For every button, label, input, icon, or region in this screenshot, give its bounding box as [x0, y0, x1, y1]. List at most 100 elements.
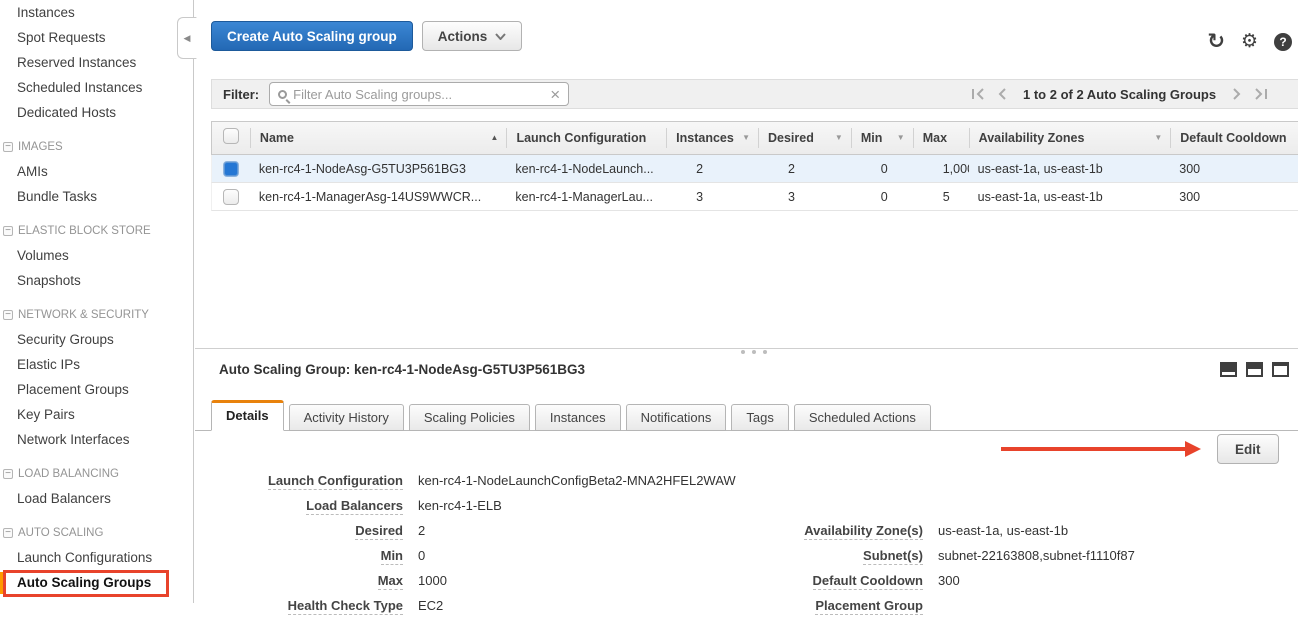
- field-value: us-east-1a, us-east-1b: [938, 523, 1068, 538]
- tab-tags[interactable]: Tags: [731, 404, 788, 431]
- help-icon[interactable]: ?: [1274, 33, 1292, 51]
- column-label: Desired: [768, 131, 814, 145]
- panel-splitter[interactable]: [195, 348, 1298, 349]
- pagination-last-icon[interactable]: [1254, 87, 1269, 101]
- sidebar-section-images[interactable]: − IMAGES: [0, 135, 193, 159]
- sidebar-item-snapshots[interactable]: Snapshots: [0, 268, 193, 293]
- cell-launch-configuration: ken-rc4-1-NodeLaunch...: [506, 162, 666, 176]
- sort-asc-icon: ▲: [491, 128, 499, 148]
- sidebar-item-dedicated-hosts[interactable]: Dedicated Hosts: [0, 100, 193, 125]
- row-checkbox[interactable]: [223, 161, 239, 177]
- column-header-default-cooldown[interactable]: Default Cooldown: [1170, 128, 1298, 148]
- pagination-first-icon[interactable]: [970, 87, 985, 101]
- gear-icon[interactable]: ⚙: [1241, 32, 1258, 52]
- collapse-section-icon[interactable]: −: [3, 528, 13, 538]
- filter-input[interactable]: [293, 87, 550, 102]
- sidebar-section-load-balancing[interactable]: − LOAD BALANCING: [0, 462, 193, 486]
- field-label: Load Balancers: [306, 498, 403, 515]
- pane-size-large-icon[interactable]: [1272, 362, 1289, 377]
- sidebar-section-ebs[interactable]: − ELASTIC BLOCK STORE: [0, 219, 193, 243]
- pagination-prev-icon[interactable]: [996, 87, 1008, 101]
- field-label: Launch Configuration: [268, 473, 403, 490]
- sidebar-item-volumes[interactable]: Volumes: [0, 243, 193, 268]
- column-header-desired[interactable]: Desired ▼: [758, 128, 851, 148]
- ec2-sidebar: Instances Spot Requests Reserved Instanc…: [0, 0, 194, 603]
- sidebar-item-key-pairs[interactable]: Key Pairs: [0, 402, 193, 427]
- details-fields-right: Availability Zone(s) us-east-1a, us-east…: [745, 518, 1285, 618]
- sidebar-item-bundle-tasks[interactable]: Bundle Tasks: [0, 184, 193, 209]
- pane-size-small-icon[interactable]: [1220, 362, 1237, 377]
- filter-search-box[interactable]: ×: [269, 82, 569, 106]
- field-value: 1000: [418, 573, 447, 588]
- table-header-row: Name ▲ Launch Configuration ▼ Instances …: [211, 121, 1298, 155]
- sidebar-item-elastic-ips[interactable]: Elastic IPs: [0, 352, 193, 377]
- pane-layout-icons: [1220, 362, 1289, 377]
- create-auto-scaling-group-button[interactable]: Create Auto Scaling group: [211, 21, 413, 51]
- sort-icon: ▼: [1154, 128, 1162, 148]
- collapse-left-icon: ◀: [184, 33, 191, 44]
- field-load-balancers: Load Balancers ken-rc4-1-ELB: [211, 493, 751, 518]
- actions-button[interactable]: Actions: [422, 21, 523, 51]
- table-row[interactable]: ken-rc4-1-NodeAsg-G5TU3P561BG3 ken-rc4-1…: [211, 155, 1298, 183]
- cell-min: 0: [851, 190, 913, 204]
- pane-size-medium-icon[interactable]: [1246, 362, 1263, 377]
- column-label: Name: [260, 131, 294, 145]
- collapse-section-icon[interactable]: −: [3, 469, 13, 479]
- sidebar-item-amis[interactable]: AMIs: [0, 159, 193, 184]
- sidebar-section-auto-scaling[interactable]: − AUTO SCALING: [0, 521, 193, 545]
- splitter-drag-handle-icon[interactable]: [741, 350, 767, 354]
- edit-button[interactable]: Edit: [1217, 434, 1279, 464]
- tab-notifications[interactable]: Notifications: [626, 404, 727, 431]
- clear-filter-icon[interactable]: ×: [550, 86, 560, 103]
- sidebar-section-network-security[interactable]: − NETWORK & SECURITY: [0, 303, 193, 327]
- column-header-min[interactable]: Min ▼: [851, 128, 913, 148]
- tab-details[interactable]: Details: [211, 400, 284, 431]
- refresh-icon[interactable]: ↻: [1207, 32, 1225, 52]
- sidebar-item-instances[interactable]: Instances: [0, 0, 193, 25]
- tab-scaling-policies[interactable]: Scaling Policies: [409, 404, 530, 431]
- cell-launch-configuration: ken-rc4-1-ManagerLau...: [506, 190, 666, 204]
- pagination-next-icon[interactable]: [1231, 87, 1243, 101]
- sidebar-item-spot-requests[interactable]: Spot Requests: [0, 25, 193, 50]
- collapse-section-icon[interactable]: −: [3, 142, 13, 152]
- column-header-launch-configuration[interactable]: Launch Configuration ▼: [506, 128, 666, 148]
- pagination-text: 1 to 2 of 2 Auto Scaling Groups: [1023, 87, 1216, 102]
- field-launch-configuration: Launch Configuration ken-rc4-1-NodeLaunc…: [211, 468, 751, 493]
- sidebar-item-launch-configurations[interactable]: Launch Configurations: [0, 545, 193, 570]
- field-value: EC2: [418, 598, 443, 613]
- sidebar-collapse-handle[interactable]: ◀: [177, 17, 197, 59]
- field-default-cooldown: Default Cooldown 300: [745, 568, 1285, 593]
- column-header-max[interactable]: Max ▼: [913, 128, 969, 148]
- field-desired: Desired 2: [211, 518, 751, 543]
- sort-icon: ▼: [897, 128, 905, 148]
- tab-scheduled-actions[interactable]: Scheduled Actions: [794, 404, 931, 431]
- collapse-section-icon[interactable]: −: [3, 310, 13, 320]
- collapse-section-icon[interactable]: −: [3, 226, 13, 236]
- section-header-label: IMAGES: [18, 135, 63, 159]
- field-value: 2: [418, 523, 425, 538]
- sidebar-item-placement-groups[interactable]: Placement Groups: [0, 377, 193, 402]
- sidebar-item-auto-scaling-groups[interactable]: Auto Scaling Groups: [0, 570, 193, 595]
- sidebar-item-network-interfaces[interactable]: Network Interfaces: [0, 427, 193, 452]
- sidebar-item-reserved-instances[interactable]: Reserved Instances: [0, 50, 193, 75]
- field-value: 0: [418, 548, 425, 563]
- cell-instances: 2: [666, 162, 758, 176]
- table-row[interactable]: ken-rc4-1-ManagerAsg-14US9WWCR... ken-rc…: [211, 183, 1298, 211]
- tab-instances[interactable]: Instances: [535, 404, 621, 431]
- column-header-name[interactable]: Name ▲: [250, 128, 507, 148]
- sidebar-item-load-balancers[interactable]: Load Balancers: [0, 486, 193, 511]
- column-header-availability-zones[interactable]: Availability Zones ▼: [969, 128, 1171, 148]
- red-annotation-arrow: [1001, 441, 1201, 457]
- main-content: Create Auto Scaling group Actions ↻ ⚙ ? …: [195, 0, 1298, 603]
- cell-instances: 3: [666, 190, 758, 204]
- column-label: Max: [923, 131, 947, 145]
- chevron-down-icon: [495, 33, 506, 40]
- field-label: Desired: [355, 523, 403, 540]
- sidebar-item-security-groups[interactable]: Security Groups: [0, 327, 193, 352]
- tab-activity-history[interactable]: Activity History: [289, 404, 404, 431]
- sidebar-item-scheduled-instances[interactable]: Scheduled Instances: [0, 75, 193, 100]
- row-checkbox[interactable]: [223, 189, 239, 205]
- field-value: ken-rc4-1-NodeLaunchConfigBeta2-MNA2HFEL…: [418, 473, 736, 488]
- select-all-checkbox[interactable]: [223, 128, 239, 144]
- column-header-instances[interactable]: Instances ▼: [666, 128, 758, 148]
